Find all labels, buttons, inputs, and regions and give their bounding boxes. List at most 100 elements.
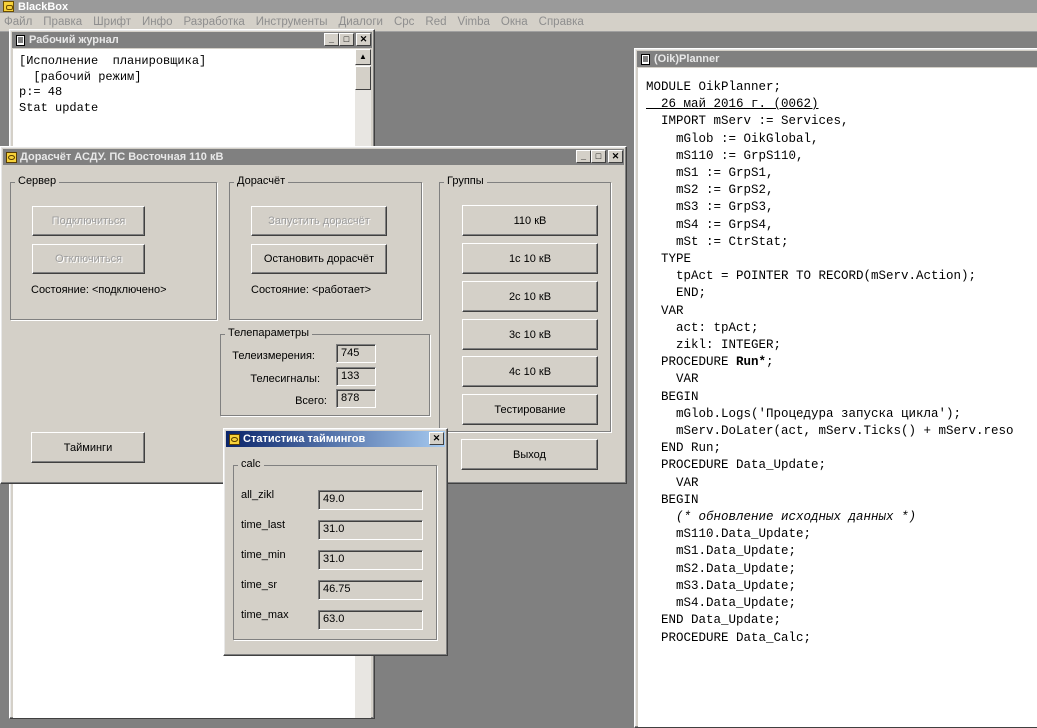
app-title: BlackBox [18,0,69,13]
close-button[interactable]: ✕ [429,432,444,445]
stop-calc-button[interactable]: Остановить дорасчёт [251,244,387,274]
menu-file[interactable]: Файл [4,16,32,28]
disconnect-button[interactable]: Отключиться [32,244,145,274]
close-button[interactable]: ✕ [608,150,623,163]
groups-group-label: Группы [444,175,487,187]
calc-titlebar[interactable]: Дорасчёт АСДУ. ПС Восточная 110 кВ _ □ ✕ [3,149,624,165]
exit-button[interactable]: Выход [461,439,598,470]
telemetry-group: Телепараметры Телеизмерения: 745 Телесиг… [220,327,430,416]
maximize-button[interactable]: □ [591,150,606,163]
calc-timings-group: calc all_zikl 49.0 time_last 31.0 time_m… [233,458,437,640]
planner-titlebar[interactable]: (Oik)Planner [637,51,1037,67]
planner-window: (Oik)Planner MODULE OikPlanner; 26 май 2… [634,48,1037,728]
timings-window: Статистика таймингов ✕ calc all_zikl 49.… [223,428,448,656]
app-icon [6,151,17,163]
telemetry-measurements-label: Телеизмерения: [232,350,315,362]
calc-group: Дорасчёт Запустить дорасчёт Остановить д… [229,175,422,320]
menu-dev[interactable]: Разработка [183,16,244,28]
code-line: VAR [646,303,684,318]
code-line: mS1 := GrpS1, [646,166,774,181]
menu-dialogs[interactable]: Диалоги [338,16,382,28]
timings-button[interactable]: Тайминги [31,432,145,463]
code-line: mS2.Data_Update; [646,561,797,576]
menu-tools[interactable]: Инструменты [256,16,328,28]
code-line: (* обновление исходных данных *) [646,510,917,525]
code-line: act: tpAct; [646,320,759,335]
code-line: PROCEDURE Run*; [646,355,774,370]
document-icon [16,34,25,46]
code-line: tpAct = POINTER TO RECORD(mServ.Action); [646,269,977,284]
minimize-button[interactable]: _ [324,33,339,46]
menu-help[interactable]: Справка [539,16,584,28]
code-line: mS4.Data_Update; [646,596,797,611]
code-line: mS2 := GrpS2, [646,183,774,198]
code-line: END Data_Update; [646,613,782,628]
code-line: mS110 := GrpS110, [646,148,804,163]
code-line: mS4 := GrpS4, [646,217,774,232]
start-calc-button[interactable]: Запустить дорасчёт [251,206,387,236]
testing-button[interactable]: Тестирование [462,394,598,425]
maximize-button[interactable]: □ [339,33,354,46]
code-line: PROCEDURE Data_Calc; [646,630,812,645]
menu-windows[interactable]: Окна [501,16,528,28]
timings-titlebar[interactable]: Статистика таймингов ✕ [226,431,445,447]
code-editor[interactable]: MODULE OikPlanner; 26 май 2016 г. (0062)… [638,68,1037,727]
scroll-thumb[interactable] [355,66,371,90]
code-line: BEGIN [646,492,699,507]
code-line: MODULE OikPlanner; [646,80,782,94]
code-line: IMPORT mServ := Services, [646,114,849,129]
time-last-value: 31.0 [318,520,423,540]
group-2s-10kv-button[interactable]: 2с 10 кВ [462,281,598,312]
journal-line: p:= 48 [19,85,63,99]
server-status: Состояние: <подключено> [31,284,167,296]
group-4s-10kv-button[interactable]: 4с 10 кВ [462,356,598,387]
code-line: mGlob.Logs('Процедура запуска цикла'); [646,406,962,421]
minimize-button[interactable]: _ [576,150,591,163]
telemetry-signals-label: Телесигналы: [250,373,320,385]
menu-font[interactable]: Шрифт [93,16,131,28]
code-line: mSt := CtrStat; [646,234,789,249]
journal-line: [Исполнение планировщика] [19,54,207,68]
code-line: VAR [646,372,699,387]
menu-cpc[interactable]: Cpc [394,16,414,28]
group-1s-10kv-button[interactable]: 1с 10 кВ [462,243,598,274]
code-lines: MODULE OikPlanner; 26 май 2016 г. (0062)… [646,79,1037,647]
menu-edit[interactable]: Правка [43,16,82,28]
group-110kv-button[interactable]: 110 кВ [462,205,598,236]
code-line: mGlob := OikGlobal, [646,131,819,146]
connect-button[interactable]: Подключиться [32,206,145,236]
menu-info[interactable]: Инфо [142,16,172,28]
calc-status: Состояние: <работает> [251,284,372,296]
groups-group: Группы 110 кВ 1с 10 кВ 2с 10 кВ 3с 10 кВ… [439,175,611,432]
calc-timings-group-label: calc [238,458,264,470]
time-max-value: 63.0 [318,610,423,630]
app-icon [229,433,240,445]
close-button[interactable]: ✕ [356,33,371,46]
journal-line: [рабочий режим] [19,69,142,84]
menu-vimba[interactable]: Vimba [458,16,490,28]
blackbox-app-icon [3,1,14,12]
procedure-name: Run* [736,355,767,370]
code-line: TYPE [646,252,692,267]
code-line: mS110.Data_Update; [646,527,812,542]
time-max-label: time_max [241,609,289,621]
scroll-up-icon[interactable]: ▲ [355,49,371,65]
server-group: Сервер Подключиться Отключиться Состояни… [10,175,217,320]
telemetry-signals-value: 133 [336,367,376,386]
code-line: zikl: INTEGER; [646,338,782,353]
calc-group-label: Дорасчёт [234,175,289,187]
group-3s-10kv-button[interactable]: 3с 10 кВ [462,319,598,350]
journal-titlebar[interactable]: Рабочий журнал _ □ ✕ [12,32,372,48]
time-sr-value: 46.75 [318,580,423,600]
journal-line: Stat update [19,100,99,115]
code-line: VAR [646,475,699,490]
telemetry-group-label: Телепараметры [225,327,313,339]
code-line: END; [646,286,707,301]
journal-title: Рабочий журнал [29,34,119,46]
code-line: BEGIN [646,389,699,404]
code-line: mServ.DoLater(act, mServ.Ticks() + mServ… [646,424,1014,439]
code-line: END Run; [646,441,722,456]
time-sr-label: time_sr [241,579,278,591]
menu-red[interactable]: Red [425,16,446,28]
code-line: mS1.Data_Update; [646,544,797,559]
